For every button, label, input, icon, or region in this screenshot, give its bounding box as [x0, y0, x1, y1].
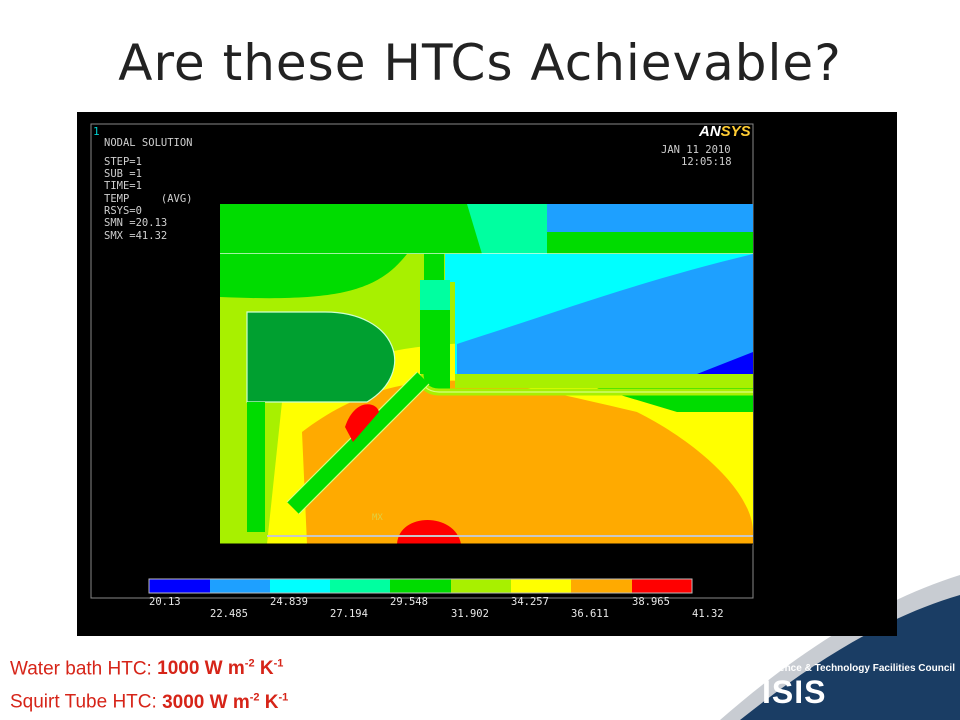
legend-swatch-7 [511, 579, 571, 593]
param-smn: SMN =20.13 [104, 217, 167, 229]
temperature-contour-plot: 1 NODAL SOLUTION STEP=1 SUB =1 TIME=1 TE… [90, 123, 754, 620]
council-name: Science & Technology Facilities Council [764, 663, 955, 674]
legend-label-bottom-2: 27.194 [330, 608, 368, 620]
legend-label-bottom-4: 36.611 [571, 608, 609, 620]
squirt-tube-value: 3000 W m-2 K-1 [162, 691, 289, 713]
param-time: TIME=1 [104, 180, 142, 192]
stfc-isis-logo: Science & Technology Facilities Council … [698, 643, 955, 715]
contour-geometry: MX [220, 204, 753, 545]
squirt-tube-htc: Squirt Tube HTC: 3000 W m-2 K-1 [10, 683, 430, 716]
legend-label-top-1: 20.13 [149, 596, 181, 608]
max-marker: MX [372, 513, 383, 523]
water-bath-value: 1000 W m-2 K-1 [157, 658, 284, 680]
water-bath-label: Water bath HTC: [10, 658, 158, 680]
legend-label-top-4: 34.257 [511, 596, 549, 608]
stfc-emblem-icon [701, 650, 755, 704]
legend-swatch-3 [270, 579, 330, 593]
htc-values: Water bath HTC: 1000 W m-2 K-1 Squirt Tu… [10, 650, 430, 717]
legend-label-top-2: 24.839 [270, 596, 308, 608]
legend-swatch-5 [390, 579, 451, 593]
solution-type-label: NODAL SOLUTION [104, 137, 193, 149]
legend-swatch-6 [451, 579, 511, 593]
param-sub: SUB =1 [104, 168, 142, 180]
legend-swatch-2 [210, 579, 270, 593]
param-rsys: RSYS=0 [104, 205, 142, 217]
legend-swatch-4 [330, 579, 390, 593]
legend-label-top-5: 38.965 [632, 596, 670, 608]
legend-label-bottom-3: 31.902 [451, 608, 489, 620]
water-bath-htc: Water bath HTC: 1000 W m-2 K-1 [10, 650, 430, 683]
squirt-tube-label: Squirt Tube HTC: [10, 691, 163, 713]
temperature-legend: 20.13 24.839 29.548 34.257 38.965 22.485… [148, 578, 724, 620]
ansys-logo: ANSYS [698, 123, 751, 140]
legend-swatch-1 [149, 579, 210, 593]
ansys-result-window: 1 NODAL SOLUTION STEP=1 SUB =1 TIME=1 TE… [77, 112, 897, 636]
param-temp: TEMP (AVG) [104, 193, 193, 205]
window-number: 1 [93, 125, 100, 138]
legend-label-bottom-1: 22.485 [210, 608, 248, 620]
legend-label-bottom-5: 41.32 [692, 608, 724, 620]
param-step: STEP=1 [104, 156, 142, 168]
param-smx: SMX =41.32 [104, 230, 167, 242]
legend-swatch-8 [571, 579, 632, 593]
legend-label-top-3: 29.548 [390, 596, 428, 608]
isis-wordmark: ISIS [762, 674, 827, 710]
result-time: 12:05:18 [681, 156, 732, 168]
legend-swatch-9 [632, 579, 692, 593]
slide-title: Are these HTCs Achievable? [118, 34, 842, 92]
result-date: JAN 11 2010 [661, 144, 731, 156]
